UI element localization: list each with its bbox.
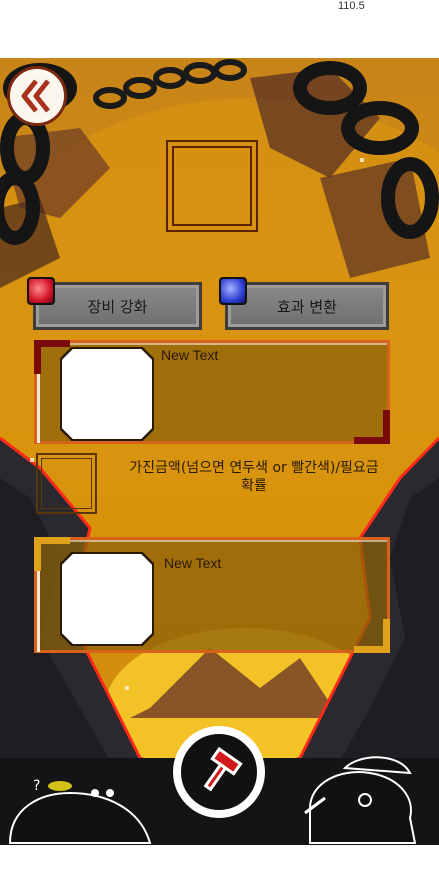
probability-line: 확률: [241, 478, 267, 494]
cost-item-slot[interactable]: [36, 453, 97, 514]
tab-equipment-upgrade[interactable]: 장비 강화: [33, 282, 202, 330]
forge-button[interactable]: [173, 726, 265, 818]
status-bar: 110.5: [0, 0, 439, 58]
item-slot[interactable]: [62, 554, 152, 644]
item-panel-1[interactable]: New Text: [34, 340, 390, 444]
network-speed: 110.5: [338, 0, 365, 12]
forge-button-inner: [179, 732, 259, 812]
corner-accent: [383, 410, 390, 444]
frame-line: [37, 343, 387, 345]
sparkle: [360, 158, 364, 162]
bottom-bar: [0, 845, 439, 885]
red-gem-icon: [27, 277, 55, 305]
frame-line: [37, 540, 387, 542]
panel-label: New Text: [161, 347, 219, 363]
panel-label: New Text: [164, 555, 222, 571]
item-panel-2[interactable]: New Text: [34, 537, 390, 653]
hammer-icon: [203, 747, 243, 792]
double-chevron-left-icon: [21, 79, 50, 113]
item-preview-slot[interactable]: [166, 140, 258, 232]
cost-info: 가진금액(넘으면 연두색 or 빨간색)/필요금 확률: [104, 459, 404, 495]
sparkle: [30, 458, 34, 462]
sparkle: [125, 686, 129, 690]
svg-text:?: ?: [33, 778, 40, 794]
blue-gem-icon: [219, 277, 247, 305]
tab-effect-convert-label: 효과 변환: [277, 297, 337, 316]
tab-equipment-upgrade-label: 장비 강화: [87, 297, 148, 316]
back-button[interactable]: [7, 66, 67, 126]
item-slot[interactable]: [62, 349, 152, 439]
corner-accent: [34, 340, 41, 374]
corner-accent: [34, 537, 41, 571]
tab-effect-convert[interactable]: 효과 변환: [225, 282, 389, 330]
cost-line: 가진금액(넘으면 연두색 or 빨간색)/필요금: [129, 460, 379, 476]
corner-accent: [383, 619, 390, 653]
